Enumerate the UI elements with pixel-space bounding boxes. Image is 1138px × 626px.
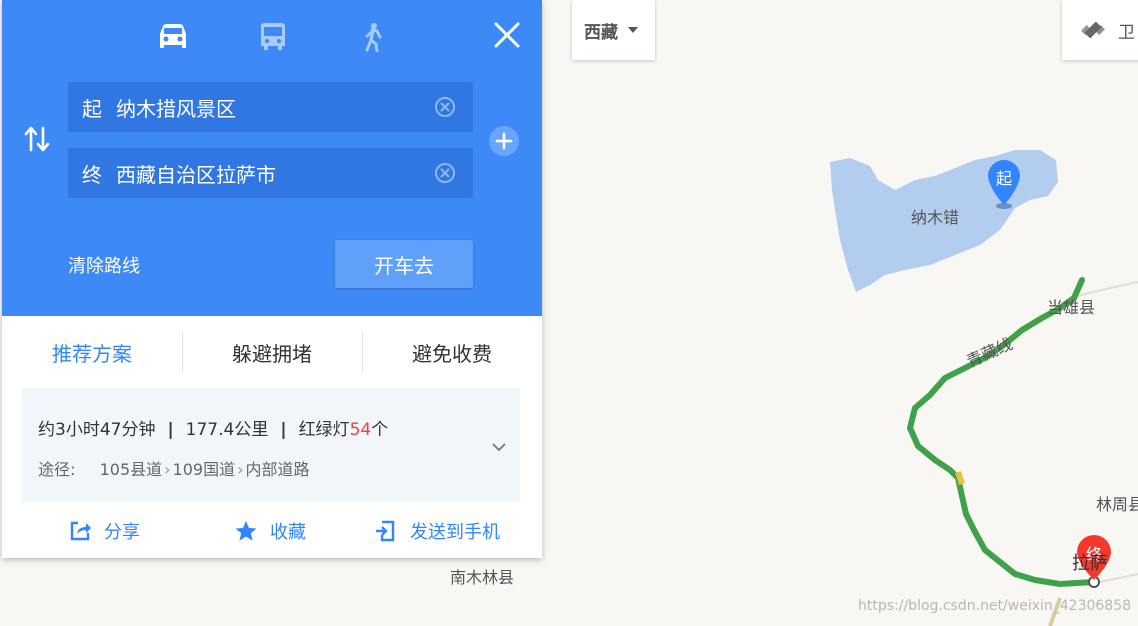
tab-avoid-tolls[interactable]: 避免收费 — [362, 330, 542, 374]
clear-start-icon[interactable] — [435, 97, 455, 117]
satellite-toggle[interactable]: 卫 — [1062, 0, 1138, 60]
via-road: 内部道路 — [245, 460, 310, 479]
send-to-phone-icon — [376, 520, 395, 542]
chevron-right-icon: › — [164, 460, 171, 479]
mode-bus[interactable] — [256, 20, 290, 54]
map-label-nanmulin: 南木林县 — [450, 568, 515, 587]
star-icon — [235, 521, 257, 541]
close-icon[interactable] — [490, 18, 524, 52]
map-label-lhasa: 拉萨 — [1072, 553, 1108, 574]
map-label-linzhou: 林周县 — [1096, 495, 1138, 514]
clear-route-link[interactable]: 清除路线 — [68, 252, 140, 278]
route-via: 途径: 105县道 › 109国道 › 内部道路 — [38, 456, 310, 480]
chevron-down-icon[interactable] — [490, 440, 508, 454]
add-waypoint-icon[interactable] — [489, 126, 519, 156]
mode-car[interactable] — [156, 20, 190, 54]
bus-icon — [261, 23, 285, 50]
chevron-right-icon: › — [237, 460, 244, 479]
minor-road — [1099, 573, 1138, 583]
separator: | — [280, 420, 287, 440]
send-to-phone-label: 发送到手机 — [410, 522, 500, 543]
region-label: 西藏 — [584, 22, 618, 43]
send-to-phone-button[interactable]: 发送到手机 — [374, 514, 500, 548]
share-label: 分享 — [104, 522, 140, 543]
satellite-icon — [1081, 21, 1105, 39]
route-result-card[interactable]: 约3小时47分钟 | 177.4公里 | 红绿灯54个 途径: 105县道 › 109国道 ›… — [22, 388, 520, 502]
clear-end-icon[interactable] — [435, 163, 455, 183]
route-panel: 起 终 清除路线 开车去 推荐方案 躲避拥堵 避免收费 约3 — [2, 0, 542, 558]
favorite-button[interactable]: 收藏 — [234, 514, 306, 548]
via-label: 途径: — [38, 460, 76, 479]
traffic-lights-unit: 个 — [371, 420, 389, 440]
tab-recommended[interactable]: 推荐方案 — [2, 330, 182, 374]
end-field: 终 — [68, 148, 473, 198]
start-field: 起 — [68, 82, 473, 132]
traffic-lights-count: 54 — [349, 420, 372, 440]
start-input[interactable] — [116, 95, 426, 119]
drive-button[interactable]: 开车去 — [335, 240, 473, 288]
map-label-dangxiong: 当雄县 — [1047, 298, 1096, 317]
route-duration: 约3小时47分钟 — [38, 420, 156, 440]
watermark: https://blog.csdn.net/weixin_42306858 — [858, 598, 1132, 614]
route-summary: 约3小时47分钟 | 177.4公里 | 红绿灯54个 — [38, 415, 388, 440]
mode-walk[interactable] — [356, 20, 390, 54]
car-icon — [160, 24, 186, 48]
tab-avoid-congestion[interactable]: 躲避拥堵 — [182, 330, 362, 374]
satellite-label: 卫 — [1118, 22, 1135, 43]
via-road: 105县道 — [99, 460, 163, 479]
end-tag: 终 — [82, 162, 102, 187]
map-label-namtso: 纳木错 — [911, 208, 960, 227]
start-tag: 起 — [82, 96, 102, 121]
via-road: 109国道 — [172, 460, 236, 479]
route-slow-segment — [955, 471, 965, 485]
swap-icon[interactable] — [22, 124, 52, 154]
favorite-label: 收藏 — [270, 522, 306, 543]
svg-text:起: 起 — [996, 169, 1012, 188]
traffic-lights-label: 红绿灯 — [298, 420, 350, 440]
route-panel-header: 起 终 清除路线 开车去 — [2, 0, 542, 316]
route-line — [907, 277, 1097, 587]
end-input[interactable] — [116, 161, 426, 185]
route-strategy-tabs: 推荐方案 躲避拥堵 避免收费 — [2, 330, 542, 374]
region-selector[interactable]: 西藏 — [572, 0, 655, 60]
share-button[interactable]: 分享 — [68, 514, 140, 548]
caret-down-icon — [628, 27, 638, 33]
walk-icon — [365, 23, 382, 52]
share-icon — [70, 521, 91, 541]
separator: | — [167, 420, 174, 440]
route-distance: 177.4公里 — [185, 420, 269, 440]
